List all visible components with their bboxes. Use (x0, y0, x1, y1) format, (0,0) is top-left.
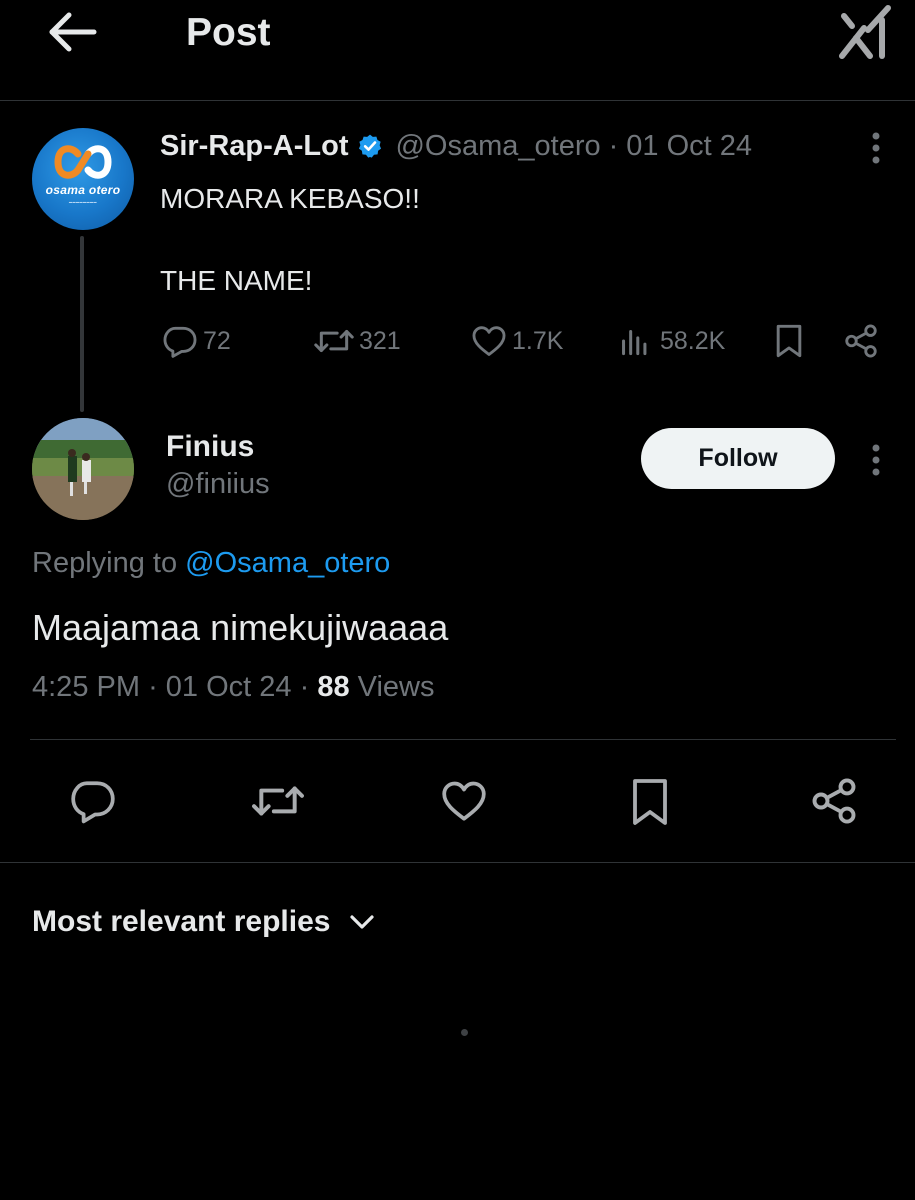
more-options-button[interactable] (860, 128, 892, 168)
separator-dot: · (299, 671, 310, 703)
back-button[interactable] (44, 6, 104, 58)
post-date[interactable]: 01 Oct 24 (626, 130, 752, 163)
retweet-icon (252, 786, 304, 816)
more-vertical-icon (872, 132, 880, 164)
reply-sort-dropdown[interactable]: Most relevant replies (32, 905, 376, 939)
avatar-label: osama otero (45, 183, 121, 197)
heart-icon (472, 326, 506, 356)
grok-icon (839, 5, 891, 59)
replying-to-label: Replying to (32, 547, 178, 579)
like-button[interactable] (437, 776, 491, 826)
infinity-logo-icon (54, 145, 112, 179)
share-icon (845, 324, 877, 358)
chevron-down-icon (350, 915, 375, 929)
reply-button[interactable]: 72 (161, 322, 231, 360)
views-chart-icon (622, 329, 647, 356)
sort-label: Most relevant replies (32, 905, 331, 938)
reply-icon (163, 326, 197, 358)
retweet-icon (314, 329, 354, 353)
bookmark-button[interactable] (772, 322, 806, 360)
post-meta: 4:25 PM · 01 Oct 24 · 88 Views (32, 671, 435, 704)
reply-icon (71, 781, 115, 824)
reply-count: 72 (203, 326, 231, 355)
parent-post-header: Sir-Rap-A-Lot @Osama_otero · 01 Oct 24 (160, 126, 752, 166)
author-name[interactable]: Sir-Rap-A-Lot (160, 130, 348, 163)
follow-button[interactable]: Follow (641, 428, 835, 489)
header-divider (0, 100, 915, 101)
bookmark-icon (633, 779, 667, 825)
views-count: 58.2K (660, 326, 726, 355)
page-title: Post (186, 11, 271, 54)
heart-icon (442, 781, 486, 821)
repost-button[interactable]: 321 (313, 322, 401, 360)
share-button[interactable] (842, 322, 880, 360)
views-button[interactable]: 58.2K (618, 322, 725, 360)
author-handle[interactable]: @Osama_otero (395, 130, 600, 163)
post-text: MORARA KEBASO!! THE NAME! (160, 183, 420, 296)
thread-connector (80, 236, 84, 412)
avatar[interactable]: osama otero ━━━━━━━━ (32, 128, 134, 230)
like-count: 1.7K (512, 326, 564, 355)
replying-to-handle[interactable]: @Osama_otero (185, 547, 390, 579)
more-options-button[interactable] (860, 440, 892, 480)
divider (30, 739, 896, 740)
avatar[interactable] (32, 418, 134, 520)
repost-count: 321 (359, 326, 401, 355)
separator-dot: · (148, 671, 158, 703)
bookmark-button[interactable] (628, 774, 672, 830)
post-text: Maajamaa nimekujiwaaaa (32, 607, 449, 648)
arrow-left-icon (49, 12, 97, 52)
loading-indicator (461, 1029, 468, 1036)
author-name[interactable]: Finius (166, 430, 254, 464)
verified-badge-icon (359, 134, 382, 158)
share-button[interactable] (808, 774, 860, 828)
separator-dot: · (608, 129, 619, 162)
avatar-decoration: ━━━━━━━━ (68, 200, 98, 206)
share-icon (812, 778, 856, 824)
bookmark-icon (776, 324, 802, 358)
replying-to-line: Replying to @Osama_otero (32, 547, 390, 580)
post-date: 01 Oct 24 (165, 671, 292, 703)
views-count[interactable]: 88 (317, 671, 349, 703)
top-bar: Post (0, 0, 915, 100)
like-button[interactable]: 1.7K (470, 322, 563, 360)
repost-button[interactable] (248, 776, 308, 826)
grok-button[interactable] (838, 4, 894, 60)
post-time: 4:25 PM (32, 671, 140, 703)
reply-button[interactable] (66, 776, 120, 826)
views-label[interactable]: Views (358, 671, 435, 703)
avatar-photo (32, 418, 134, 520)
more-vertical-icon (872, 444, 880, 476)
divider (0, 862, 915, 863)
author-handle[interactable]: @finiius (166, 468, 270, 501)
